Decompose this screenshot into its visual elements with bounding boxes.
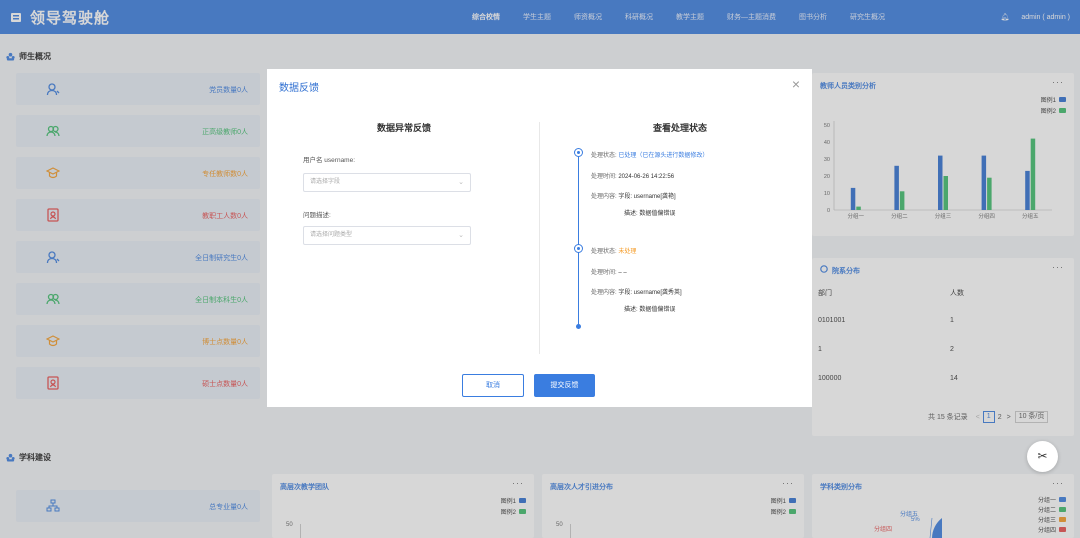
field-select[interactable]: 请选择字段 ⌄: [303, 173, 471, 192]
close-scissors-icon: ✂: [1037, 449, 1048, 463]
time-prefix: 处理时间:: [591, 270, 617, 276]
status-heading: 查看处理状态: [653, 123, 708, 133]
floating-action-button[interactable]: ✂: [1027, 441, 1058, 472]
timeline-end-dot: [576, 324, 581, 329]
content-field: 字段: username[龚艳]: [618, 194, 676, 200]
timeline-content: 处理内容: 字段: username[龚艳]: [591, 191, 676, 200]
cancel-button[interactable]: 取消: [462, 374, 524, 397]
divider: [539, 122, 540, 354]
chevron-down-icon: ⌄: [458, 232, 464, 239]
username-label: 用户名 username:: [303, 157, 356, 164]
content-field: 字段: username[龚秀英]: [618, 290, 682, 296]
time-value: – –: [618, 270, 627, 276]
chevron-down-icon: ⌄: [458, 179, 464, 186]
content-prefix: 处理内容:: [591, 194, 617, 200]
timeline-desc: 描述: 数据值偏错误: [624, 304, 675, 313]
modal-title: 数据反馈: [279, 83, 319, 94]
content-prefix: 处理内容:: [591, 290, 617, 296]
time-value: 2024-06-26 14:22:56: [618, 174, 675, 180]
status-value: 未处理: [618, 249, 637, 255]
status-value: 已处理（已在源头进行数据修改）: [618, 153, 709, 159]
timeline-status: 处理状态: 未处理: [591, 246, 636, 255]
timeline-line: [578, 153, 579, 327]
submit-feedback-button[interactable]: 提交反馈: [534, 374, 595, 397]
status-prefix: 处理状态:: [591, 249, 617, 255]
timeline-status: 处理状态: 已处理（已在源头进行数据修改）: [591, 150, 708, 159]
timeline-desc: 描述: 数据值偏错误: [624, 208, 675, 217]
field-select-placeholder: 请选择字段: [310, 179, 341, 185]
timeline-time: 处理时间: 2024-06-26 14:22:56: [591, 171, 674, 180]
content-desc: 描述: 数据值偏错误: [624, 211, 676, 217]
problem-select-placeholder: 请选择问题类型: [310, 232, 353, 238]
timeline-dot: [574, 148, 583, 157]
timeline-content: 处理内容: 字段: username[龚秀英]: [591, 287, 682, 296]
timeline-dot: [574, 244, 583, 253]
feedback-modal: 数据反馈 × 数据异常反馈 用户名 username: 请选择字段 ⌄ 问题描述…: [267, 69, 812, 407]
time-prefix: 处理时间:: [591, 174, 617, 180]
problem-type-select[interactable]: 请选择问题类型 ⌄: [303, 226, 471, 245]
content-desc: 描述: 数据值偏错误: [624, 307, 676, 313]
close-icon[interactable]: ×: [792, 76, 800, 92]
form-heading: 数据异常反馈: [377, 123, 432, 133]
timeline-time: 处理时间: – –: [591, 267, 627, 276]
problem-label: 问题描述:: [303, 212, 331, 219]
status-prefix: 处理状态:: [591, 153, 617, 159]
